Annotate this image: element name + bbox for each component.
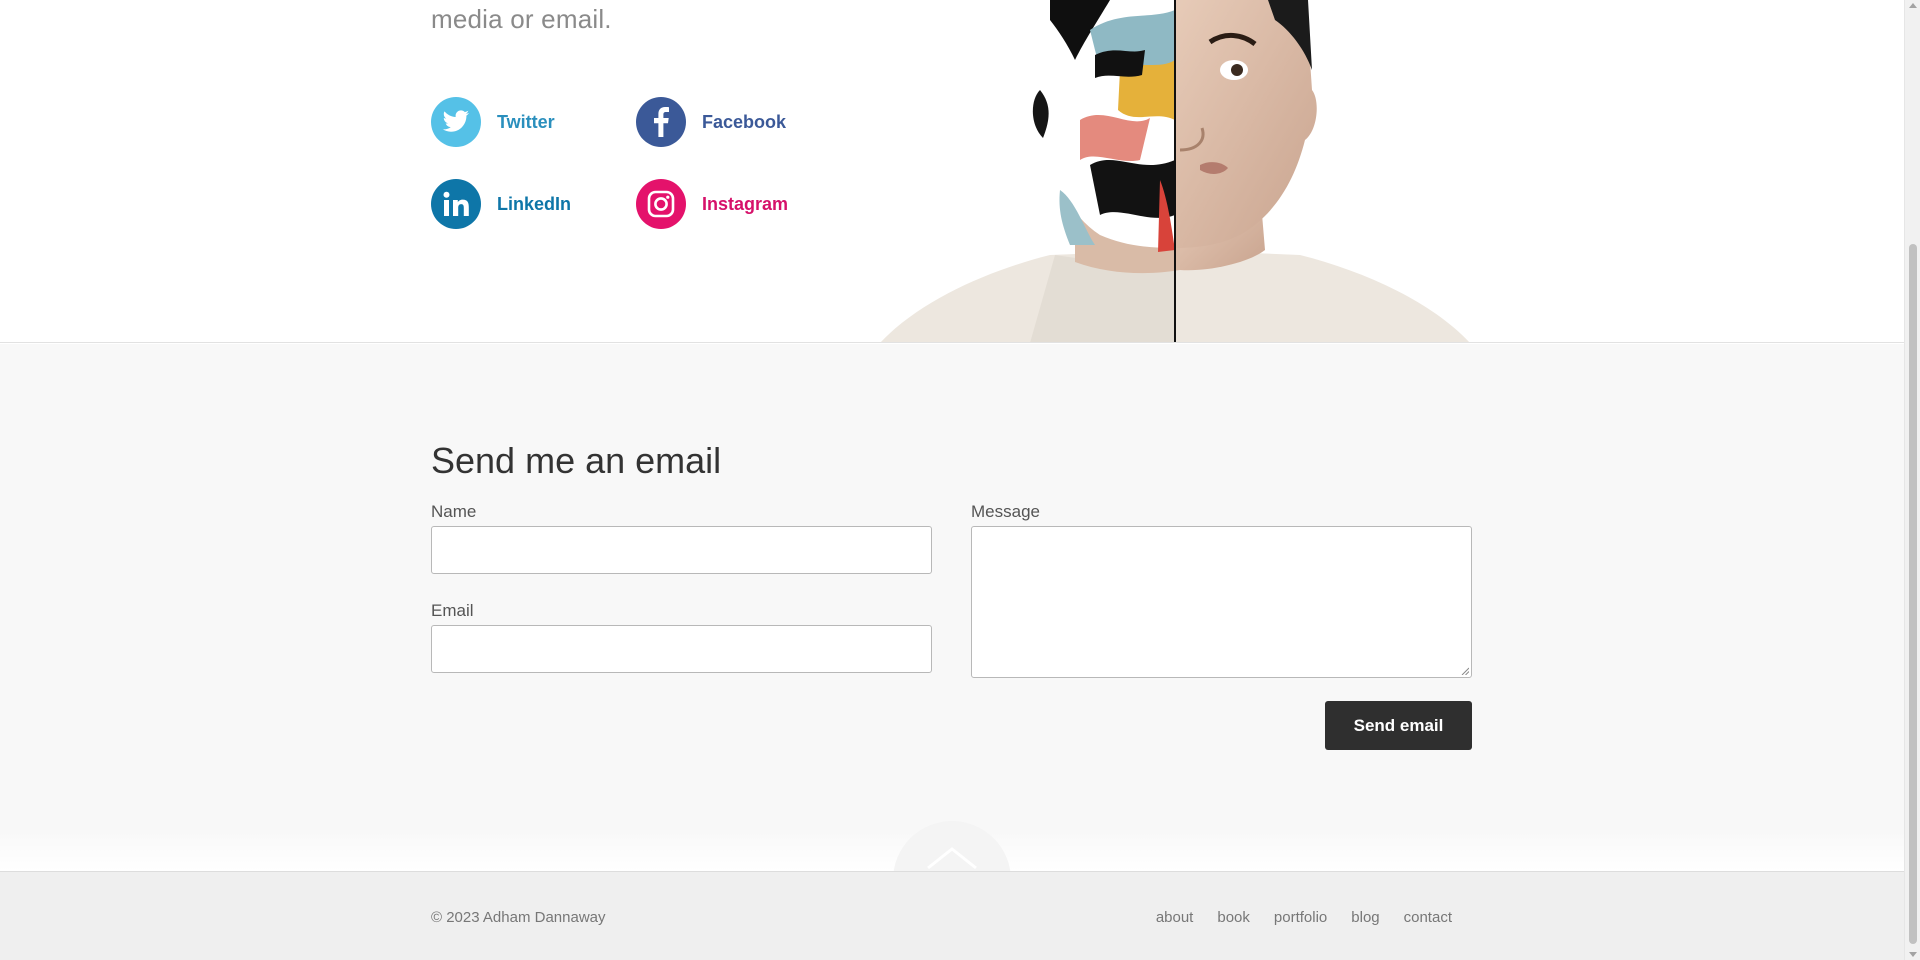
instagram-label: Instagram — [702, 193, 789, 214]
send-email-button[interactable]: Send email — [1325, 701, 1472, 750]
portrait-image — [880, 0, 1470, 342]
email-field[interactable] — [431, 625, 932, 673]
linkedin-label: LinkedIn — [497, 193, 572, 214]
facebook-link[interactable]: Facebook — [636, 97, 786, 147]
footer-link-blog[interactable]: blog — [1351, 909, 1379, 926]
message-textarea[interactable] — [971, 526, 1472, 678]
vertical-scrollbar[interactable] — [1904, 0, 1920, 960]
footer-link-contact[interactable]: contact — [1404, 909, 1452, 926]
footer-link-about[interactable]: about — [1156, 909, 1194, 926]
message-label: Message — [971, 502, 1040, 521]
chevron-up-icon — [927, 847, 977, 870]
instagram-icon — [636, 179, 686, 229]
scroll-down-arrow-icon[interactable] — [1909, 952, 1917, 957]
linkedin-link[interactable]: LinkedIn — [431, 179, 571, 229]
name-label: Name — [431, 502, 477, 521]
twitter-link[interactable]: Twitter — [431, 97, 555, 147]
footer-link-book[interactable]: book — [1217, 909, 1250, 926]
facebook-label: Facebook — [702, 111, 787, 132]
resize-grip-icon[interactable] — [1461, 667, 1469, 675]
twitter-icon — [431, 97, 481, 147]
footer-link-portfolio[interactable]: portfolio — [1274, 909, 1327, 926]
footer: © 2023 Adham Dannaway about book portfol… — [0, 871, 1904, 960]
instagram-link[interactable]: Instagram — [636, 179, 788, 229]
email-label: Email — [431, 601, 474, 620]
scrollbar-thumb[interactable] — [1909, 244, 1917, 944]
facebook-icon — [636, 97, 686, 147]
twitter-label: Twitter — [497, 111, 555, 132]
intro-text: media or email. — [431, 4, 612, 34]
linkedin-icon — [431, 179, 481, 229]
scroll-up-arrow-icon[interactable] — [1909, 3, 1917, 8]
email-section-title: Send me an email — [431, 440, 722, 481]
social-section: media or email. Twitter Facebook LinkedI… — [0, 0, 1904, 343]
footer-nav: about book portfolio blog contact — [1156, 909, 1452, 926]
name-field[interactable] — [431, 526, 932, 574]
email-section: Send me an email Name Email Message Send… — [0, 344, 1904, 871]
copyright-text: © 2023 Adham Dannaway — [431, 909, 606, 926]
